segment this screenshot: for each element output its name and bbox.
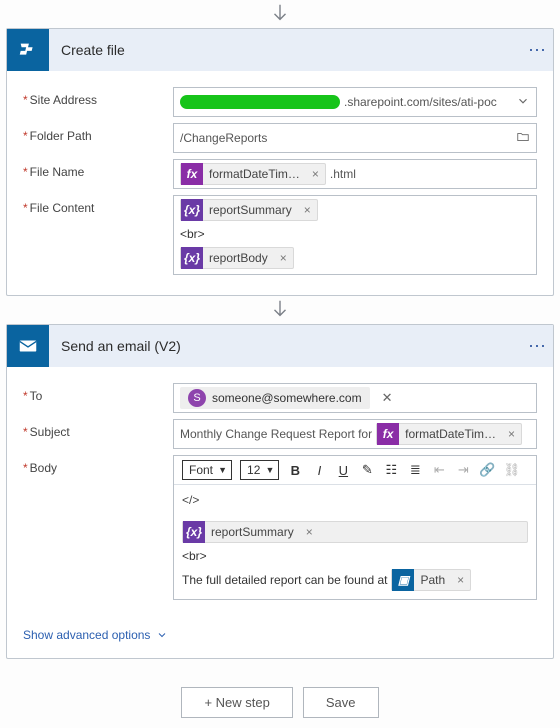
var-icon: {x}: [181, 199, 203, 221]
folder-picker-icon[interactable]: [516, 130, 530, 147]
underline-icon[interactable]: U: [335, 463, 351, 478]
label-body: *Body: [23, 455, 173, 600]
label-subject: *Subject: [23, 419, 173, 449]
bold-icon[interactable]: B: [287, 463, 303, 478]
var-icon: {x}: [183, 521, 205, 543]
token-remove-icon[interactable]: ×: [300, 525, 319, 539]
input-file-content[interactable]: {x} reportSummary × <br> {x} reportBody …: [173, 195, 537, 275]
chevron-down-icon: [156, 629, 168, 641]
input-file-name[interactable]: fx formatDateTim… × .html: [173, 159, 537, 189]
label-file-name: *File Name: [23, 159, 173, 189]
token-dynamic-sharepoint[interactable]: ▣ Path ×: [391, 569, 471, 591]
save-button[interactable]: Save: [303, 687, 379, 718]
token-remove-icon[interactable]: ×: [502, 427, 521, 441]
token-remove-icon[interactable]: ×: [451, 573, 470, 587]
link-icon[interactable]: 🔗: [479, 462, 495, 478]
input-site-address[interactable]: .sharepoint.com/sites/ati-poc: [173, 87, 537, 117]
rte-content[interactable]: </> {x} reportSummary × <br> The full de…: [174, 485, 536, 599]
fontsize-select[interactable]: 12: [240, 460, 279, 480]
rte-toolbar: Font 12 B I U ✎ ☷ ≣ ⇤ ⇥ 🔗 ⛓: [174, 456, 536, 485]
token-expression[interactable]: fx formatDateTim… ×: [376, 423, 522, 445]
recipient-chip[interactable]: S someone@somewhere.com: [180, 387, 370, 409]
input-folder-path[interactable]: /ChangeReports: [173, 123, 537, 153]
indent-icon[interactable]: ⇥: [455, 462, 471, 478]
fx-icon: fx: [377, 423, 399, 445]
action-card-send-email: Send an email (V2) ⋯ *To S someone@somew…: [6, 324, 554, 659]
edit-icon[interactable]: ✎: [359, 462, 375, 478]
fx-icon: fx: [181, 163, 203, 185]
sharepoint-icon: [7, 29, 49, 71]
token-variable[interactable]: {x} reportSummary ×: [180, 199, 318, 221]
input-subject[interactable]: Monthly Change Request Report for fx for…: [173, 419, 537, 449]
footer: + New step Save: [0, 687, 560, 718]
rte-body: Font 12 B I U ✎ ☷ ≣ ⇤ ⇥ 🔗 ⛓ </>: [173, 455, 537, 600]
card-header[interactable]: Send an email (V2) ⋯: [7, 325, 553, 367]
dropdown-chevron-icon[interactable]: [516, 94, 530, 111]
redaction-scribble: [180, 95, 340, 109]
code-view-icon[interactable]: </>: [182, 493, 528, 507]
label-file-content: *File Content: [23, 195, 173, 275]
unlink-icon[interactable]: ⛓: [504, 462, 521, 478]
new-step-button[interactable]: + New step: [181, 687, 292, 718]
flow-arrow-mid: [0, 298, 560, 320]
action-card-create-file: Create file ⋯ *Site Address .sharepoint.…: [6, 28, 554, 296]
card-menu-button[interactable]: ⋯: [523, 40, 553, 61]
token-variable[interactable]: {x} reportSummary ×: [182, 521, 528, 543]
recipient-remove-icon[interactable]: ✕: [382, 390, 393, 406]
sharepoint-token-icon: ▣: [392, 569, 414, 591]
list-unordered-icon[interactable]: ≣: [407, 462, 423, 478]
card-title: Create file: [49, 42, 523, 58]
label-site-address: *Site Address: [23, 87, 173, 117]
var-icon: {x}: [181, 247, 203, 269]
outdent-icon[interactable]: ⇤: [431, 462, 447, 478]
label-folder-path: *Folder Path: [23, 123, 173, 153]
card-title: Send an email (V2): [49, 338, 523, 354]
list-ordered-icon[interactable]: ☷: [383, 462, 399, 478]
input-to[interactable]: S someone@somewhere.com ✕: [173, 383, 537, 413]
token-remove-icon[interactable]: ×: [298, 203, 317, 217]
label-to: *To: [23, 383, 173, 413]
token-variable[interactable]: {x} reportBody ×: [180, 247, 294, 269]
card-menu-button[interactable]: ⋯: [523, 336, 553, 357]
font-select[interactable]: Font: [182, 460, 232, 480]
italic-icon[interactable]: I: [311, 463, 327, 478]
token-remove-icon[interactable]: ×: [274, 251, 293, 265]
avatar-icon: S: [188, 389, 206, 407]
token-remove-icon[interactable]: ×: [306, 167, 325, 181]
token-expression[interactable]: fx formatDateTim… ×: [180, 163, 326, 185]
flow-arrow-top: [0, 2, 560, 24]
outlook-icon: [7, 325, 49, 367]
card-header[interactable]: Create file ⋯: [7, 29, 553, 71]
